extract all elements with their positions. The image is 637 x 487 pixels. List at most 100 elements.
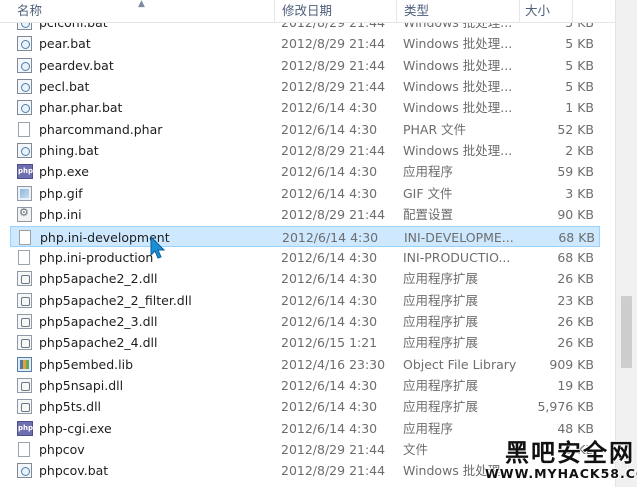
- file-type: GIF 文件: [403, 185, 453, 201]
- file-size: 23 KB: [557, 292, 594, 308]
- file-icon: [18, 121, 30, 137]
- file-row[interactable]: phing.bat 2012/8/29 21:44 Windows 批处理... 2 …: [10, 140, 600, 161]
- vertical-scrollbar[interactable]: [615, 0, 637, 487]
- file-row[interactable]: php.ini 2012/8/29 21:44 配置设置 90 KB: [10, 204, 600, 225]
- file-name: php-cgi.exe: [39, 420, 112, 436]
- column-header-bar: 名称 ▲ 修改日期 类型 大小: [0, 0, 637, 23]
- file-type: 应用程序: [403, 420, 454, 436]
- file-name: php.exe: [39, 164, 89, 180]
- column-divider[interactable]: [519, 0, 520, 22]
- file-name: pecl.bat: [39, 79, 90, 95]
- file-name: peardev.bat: [39, 57, 114, 73]
- file-size: 5 KB: [565, 57, 594, 73]
- column-header-size[interactable]: 大小: [525, 0, 595, 22]
- file-date: 2012/6/14 4:30: [281, 249, 378, 265]
- file-date: 2012/6/14 4:30: [282, 229, 379, 245]
- file-date: 2012/8/29 21:44: [281, 207, 386, 223]
- bat-icon: [17, 100, 32, 116]
- file-size: 1 KB: [565, 100, 594, 116]
- file-row[interactable]: php5apache2_4.dll 2012/6/15 1:21 应用程序扩展 26 …: [10, 332, 600, 353]
- file-name: php5apache2_2_filter.dll: [39, 292, 192, 308]
- file-row[interactable]: peardev.bat 2012/8/29 21:44 Windows 批处理...…: [10, 55, 600, 76]
- file-type: 应用程序扩展: [403, 271, 479, 287]
- file-type: Windows 批处理...: [403, 57, 513, 73]
- column-header-type[interactable]: 类型: [404, 0, 516, 22]
- file-size: 26 KB: [557, 335, 594, 351]
- dll-icon: [17, 313, 32, 329]
- file-name: phing.bat: [39, 143, 99, 159]
- file-row[interactable]: php.ini-production 2012/6/14 4:30 INI-PROD…: [10, 247, 600, 268]
- file-name: php.ini: [39, 207, 82, 223]
- file-size: 909 KB: [549, 356, 594, 372]
- file-type: 应用程序扩展: [403, 292, 479, 308]
- file-date: 2012/8/29 21:44: [281, 79, 386, 95]
- file-size: 68 KB: [558, 229, 595, 245]
- file-date: 2012/6/15 1:21: [281, 335, 378, 351]
- file-size: 5 KB: [565, 79, 594, 95]
- file-row[interactable]: phar.phar.bat 2012/6/14 4:30 Windows 批处理..…: [10, 97, 600, 118]
- file-date: 2012/6/14 4:30: [281, 271, 378, 287]
- file-list: pciconf.bat2012/8/29 21:44Windows 批处理...…: [0, 0, 615, 487]
- file-row[interactable]: php php-cgi.exe 2012/6/14 4:30 应用程序 48 KB: [10, 418, 600, 439]
- bat-icon: [17, 463, 32, 479]
- file-row[interactable]: php5apache2_2.dll 2012/6/14 4:30 应用程序扩展 26 …: [10, 268, 600, 289]
- file-row[interactable]: php.ini-development 2012/6/14 4:30 INI-DEV…: [10, 225, 600, 247]
- gif-icon: [17, 185, 32, 201]
- column-divider[interactable]: [572, 0, 573, 22]
- file-size: 90 KB: [557, 207, 594, 223]
- file-date: 2012/6/14 4:30: [281, 121, 378, 137]
- file-name: php.gif: [39, 185, 83, 201]
- lib-icon: [17, 356, 32, 372]
- file-row[interactable]: php5apache2_3.dll 2012/6/14 4:30 应用程序扩展 26 …: [10, 311, 600, 332]
- file-type: PHAR 文件: [403, 121, 467, 137]
- file-row[interactable]: pecl.bat 2012/8/29 21:44 Windows 批处理... 5 K…: [10, 76, 600, 97]
- file-row[interactable]: php5nsapi.dll 2012/6/14 4:30 应用程序扩展 19 KB: [10, 375, 600, 396]
- file-size: 5 KB: [565, 36, 594, 52]
- file-row[interactable]: pear.bat 2012/8/29 21:44 Windows 批处理... 5 K…: [10, 33, 600, 54]
- column-header-date[interactable]: 修改日期: [282, 0, 394, 22]
- file-date: 2012/6/14 4:30: [281, 377, 378, 393]
- column-divider[interactable]: [396, 0, 397, 22]
- file-type: Windows 批处理...: [403, 100, 513, 116]
- file-type: INI-DEVELOPME...: [404, 229, 514, 245]
- file-type: 应用程序扩展: [403, 313, 479, 329]
- column-divider[interactable]: [274, 0, 275, 22]
- file-date: 2012/4/16 23:30: [281, 356, 386, 372]
- file-name: php5apache2_3.dll: [39, 313, 158, 329]
- file-name: php5ts.dll: [39, 399, 102, 415]
- watermark-cn: 黑吧安全网: [505, 438, 635, 467]
- file-size: 26 KB: [557, 271, 594, 287]
- file-row[interactable]: php5apache2_2_filter.dll 2012/6/14 4:30 应用…: [10, 290, 600, 311]
- file-type: 应用程序扩展: [403, 335, 479, 351]
- php-exe-icon: php: [17, 164, 33, 180]
- file-row[interactable]: php5embed.lib 2012/4/16 23:30 Object File …: [10, 354, 600, 375]
- file-date: 2012/6/14 4:30: [281, 313, 378, 329]
- file-date: 2012/6/14 4:30: [281, 292, 378, 308]
- php-exe-icon: php: [17, 420, 33, 436]
- file-name: phpcov: [39, 442, 85, 457]
- file-type: 应用程序扩展: [403, 377, 479, 393]
- file-icon: [18, 249, 30, 265]
- bat-icon: [17, 57, 32, 73]
- sort-ascending-icon: ▲: [138, 0, 145, 9]
- file-row[interactable]: php php.exe 2012/6/14 4:30 应用程序 59 KB: [10, 161, 600, 182]
- file-size: 52 KB: [557, 121, 594, 137]
- file-row[interactable]: php5ts.dll 2012/6/14 4:30 应用程序扩展 5,976 KB: [10, 396, 600, 417]
- file-date: 2012/8/29 21:44: [281, 57, 386, 73]
- file-type: Windows 批处理...: [403, 36, 513, 52]
- file-row[interactable]: pharcommand.phar 2012/6/14 4:30 PHAR 文件 52 …: [10, 119, 600, 140]
- file-row[interactable]: php.gif 2012/6/14 4:30 GIF 文件 3 KB: [10, 183, 600, 204]
- bat-icon: [17, 143, 32, 159]
- file-date: 2012/6/14 4:30: [281, 420, 378, 436]
- watermark: 黑吧安全网 WWW.MYHACK58.COM: [485, 438, 637, 485]
- file-name: pharcommand.phar: [39, 121, 163, 137]
- file-date: 2012/6/14 4:30: [281, 164, 378, 180]
- file-name: php5apache2_4.dll: [39, 335, 158, 351]
- file-name: php5nsapi.dll: [39, 377, 124, 393]
- file-size: 59 KB: [557, 164, 594, 180]
- file-type: 应用程序扩展: [403, 399, 479, 415]
- scrollbar-thumb[interactable]: [621, 296, 632, 368]
- file-name: phar.phar.bat: [39, 100, 123, 116]
- file-name: pear.bat: [39, 36, 91, 52]
- file-icon: [19, 229, 31, 245]
